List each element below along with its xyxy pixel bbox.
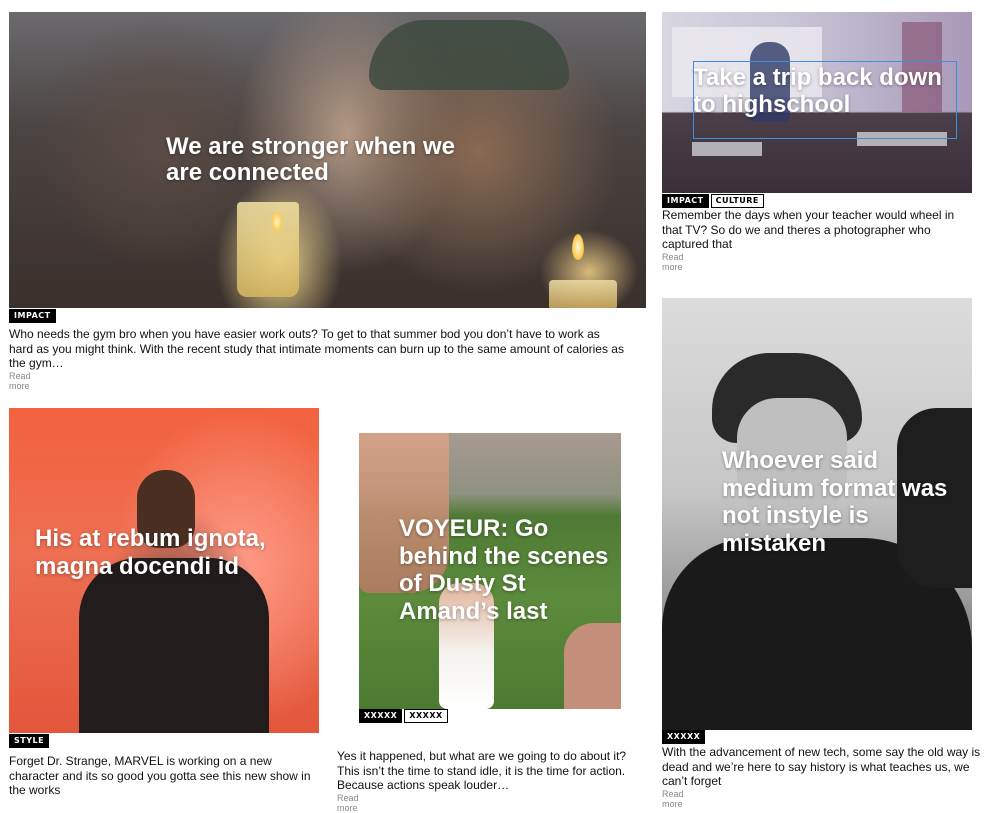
candle-flame (272, 212, 282, 232)
article-headline[interactable]: We are stronger when we are connected (166, 134, 466, 186)
article-headline[interactable]: Take a trip back down to highschool (693, 64, 963, 118)
article-photo-medium-format[interactable]: Whoever said medium format was not insty… (662, 298, 972, 730)
article-excerpt: Remember the days when your teacher woul… (662, 208, 955, 251)
tag-style[interactable]: STYLE (9, 734, 50, 748)
read-more-link[interactable]: Read more (9, 371, 31, 391)
tag-list: IMPACT CULTURE (662, 194, 764, 208)
article-excerpt: Who needs the gym bro when you have easi… (9, 327, 624, 370)
player-leg-right (564, 623, 621, 709)
tag-culture[interactable]: CULTURE (710, 194, 764, 208)
read-more-link[interactable]: Read more (337, 793, 359, 813)
article-excerpt: With the advancement of new tech, some s… (662, 745, 981, 788)
person-cap (369, 20, 569, 90)
tag-list: STYLE (9, 734, 50, 748)
tag-impact[interactable]: IMPACT (9, 309, 56, 323)
tag-xxxxx[interactable]: XXXXX (662, 730, 706, 744)
article-photo-marvel[interactable]: His at rebum ignota, magna docendi id (9, 408, 319, 733)
person-jacket (79, 558, 269, 733)
classroom-desk (692, 142, 762, 156)
tag-xxxxx[interactable]: XXXXX (359, 709, 403, 723)
article-photo-gym[interactable]: We are stronger when we are connected (9, 12, 646, 308)
candle-cup-left (237, 202, 299, 297)
read-more-link[interactable]: Read more (662, 789, 684, 809)
article-photo-highschool[interactable]: Take a trip back down to highschool (662, 12, 972, 193)
tag-xxxxx[interactable]: XXXXX (404, 709, 448, 723)
candle-cup-right (549, 280, 617, 308)
classroom-desk (857, 132, 947, 146)
article-headline[interactable]: His at rebum ignota, magna docendi id (35, 525, 319, 581)
article-photo-voyeur[interactable]: VOYEUR: Go behind the scenes of Dusty St… (359, 433, 621, 709)
tag-impact[interactable]: IMPACT (662, 194, 709, 208)
article-headline[interactable]: Whoever said medium format was not insty… (722, 447, 962, 557)
article-headline[interactable]: VOYEUR: Go behind the scenes of Dusty St… (399, 515, 617, 625)
read-more-link[interactable]: Read more (662, 252, 684, 272)
tag-list: XXXXX XXXXX (359, 709, 448, 723)
article-excerpt: Yes it happened, but what are we going t… (337, 749, 627, 792)
candle-flame (572, 234, 584, 260)
tag-list: IMPACT (9, 309, 56, 323)
tag-list: XXXXX (662, 730, 706, 744)
article-excerpt: Forget Dr. Strange, MARVEL is working on… (9, 754, 311, 797)
